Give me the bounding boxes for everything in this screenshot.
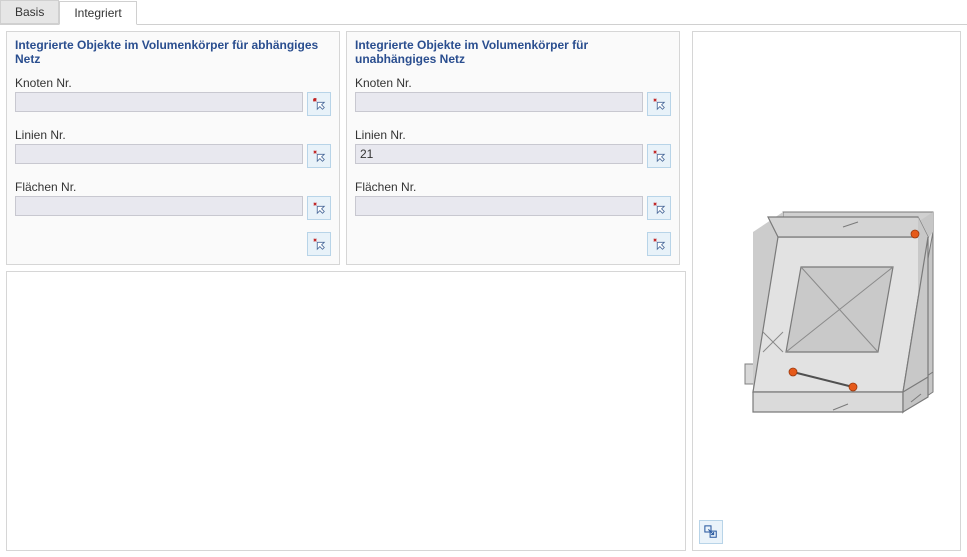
- linien-label: Linien Nr.: [355, 128, 671, 142]
- pick-cursor-x-icon: [312, 149, 326, 163]
- solid-body-preview: [693, 32, 958, 547]
- flaechen-label: Flächen Nr.: [15, 180, 331, 194]
- flaechen-input-independent[interactable]: [355, 196, 643, 216]
- pick-cursor-x-icon: [652, 149, 666, 163]
- expand-preview-icon: [704, 525, 718, 539]
- pick-linien-dependent-button[interactable]: [307, 144, 331, 168]
- pick-cursor-x-icon: [652, 97, 666, 111]
- knoten-label: Knoten Nr.: [355, 76, 671, 90]
- preview-panel: [692, 31, 961, 551]
- panel-title: Integrierte Objekte im Volumenkörper für…: [355, 38, 671, 66]
- pick-knoten-dependent-button[interactable]: [307, 92, 331, 116]
- knoten-input-dependent[interactable]: [15, 92, 303, 112]
- pick-all-independent-button[interactable]: [647, 232, 671, 256]
- linien-input-independent[interactable]: [355, 144, 643, 164]
- linien-input-dependent[interactable]: [15, 144, 303, 164]
- pick-knoten-independent-button[interactable]: [647, 92, 671, 116]
- tabs-bar: Basis Integriert: [0, 0, 967, 25]
- pick-cursor-x-icon: [312, 201, 326, 215]
- expand-preview-button[interactable]: [699, 520, 723, 544]
- tab-basis[interactable]: Basis: [0, 0, 59, 24]
- pick-multi-icon: [312, 237, 326, 251]
- knoten-label: Knoten Nr.: [15, 76, 331, 90]
- pick-flaechen-independent-button[interactable]: [647, 196, 671, 220]
- linien-label: Linien Nr.: [15, 128, 331, 142]
- panel-independent-mesh: Integrierte Objekte im Volumenkörper für…: [346, 31, 680, 265]
- pick-cursor-x-icon: [312, 97, 326, 111]
- panel-title: Integrierte Objekte im Volumenkörper für…: [15, 38, 331, 66]
- flaechen-input-dependent[interactable]: [15, 196, 303, 216]
- flaechen-label: Flächen Nr.: [355, 180, 671, 194]
- panel-dependent-mesh: Integrierte Objekte im Volumenkörper für…: [6, 31, 340, 265]
- lower-empty-panel: [6, 271, 686, 551]
- pick-flaechen-dependent-button[interactable]: [307, 196, 331, 220]
- pick-cursor-x-icon: [652, 201, 666, 215]
- pick-multi-icon: [652, 237, 666, 251]
- tab-integriert[interactable]: Integriert: [59, 1, 136, 25]
- pick-linien-independent-button[interactable]: [647, 144, 671, 168]
- knoten-input-independent[interactable]: [355, 92, 643, 112]
- pick-all-dependent-button[interactable]: [307, 232, 331, 256]
